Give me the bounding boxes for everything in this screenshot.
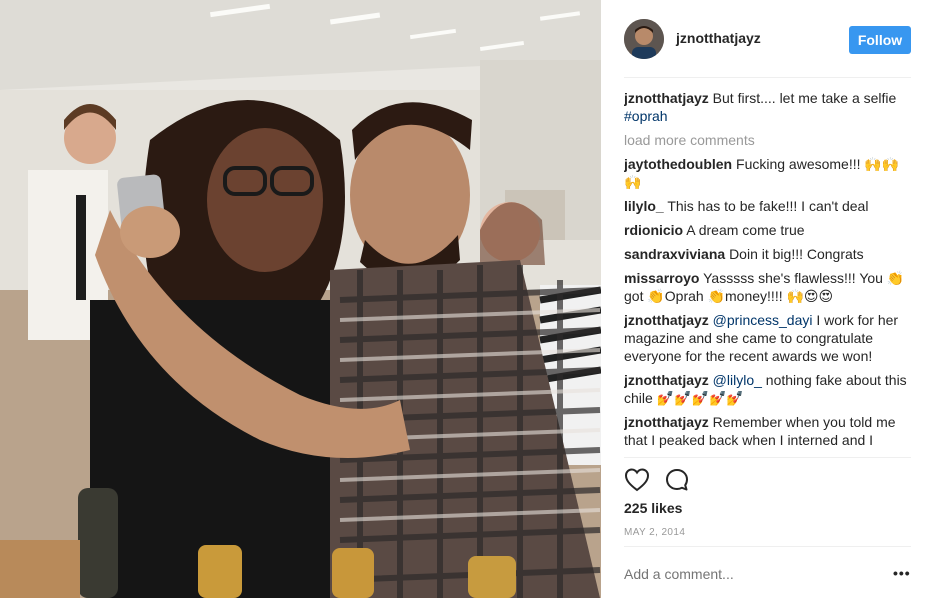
comment-item: rdionicio A dream come true [624, 221, 914, 239]
more-options-icon[interactable]: ••• [893, 566, 911, 580]
comment-username[interactable]: sandraxviviana [624, 246, 725, 262]
add-comment-input[interactable] [624, 565, 874, 583]
caption: jznotthatjayz But first.... let me take … [624, 89, 914, 125]
comment-username[interactable]: jznotthatjayz [624, 372, 709, 388]
comment-username[interactable]: missarroyo [624, 270, 699, 286]
comment-username[interactable]: rdionicio [624, 222, 683, 238]
follow-button[interactable]: Follow [849, 26, 911, 54]
comment-emoji: 💅💅💅💅💅 [656, 390, 744, 406]
comment-icon[interactable] [664, 467, 690, 493]
comments-divider [624, 457, 911, 458]
avatar[interactable] [624, 19, 664, 59]
heart-icon[interactable] [624, 467, 650, 493]
post-header: jznotthatjayz Follow [601, 0, 933, 78]
footer-divider [624, 546, 911, 547]
comments-list[interactable]: jznotthatjayz But first.... let me take … [624, 89, 914, 457]
caption-hashtag[interactable]: #oprah [624, 108, 668, 124]
comment-text: This has to be fake!!! I can't deal [667, 198, 869, 214]
action-bar [624, 467, 911, 493]
post-photo[interactable] [0, 0, 601, 598]
comment-item: jznotthatjayz @lilylo_ nothing fake abou… [624, 371, 914, 407]
likes-count[interactable]: 225 likes [624, 500, 682, 516]
comment-username[interactable]: jaytothedoublen [624, 156, 732, 172]
caption-text: But first.... let me take a selfie [712, 90, 897, 106]
header-username[interactable]: jznotthatjayz [676, 30, 761, 46]
comment-text: A dream come true [686, 222, 805, 238]
post-panel: jznotthatjayz Follow jznotthatjayz But f… [601, 0, 933, 598]
comment-text: Fucking awesome!!! [736, 156, 861, 172]
comment-text: Doin it big!!! Congrats [729, 246, 864, 262]
post-date: MAY 2, 2014 [624, 527, 686, 538]
comment-item: sandraxviviana Doin it big!!! Congrats [624, 245, 914, 263]
load-more-comments-link[interactable]: load more comments [624, 131, 914, 149]
comment-username[interactable]: jznotthatjayz [624, 414, 709, 430]
comment-username[interactable]: jznotthatjayz [624, 312, 709, 328]
comment-mention[interactable]: @princess_dayi [713, 312, 813, 328]
header-divider [624, 77, 911, 78]
caption-username[interactable]: jznotthatjayz [624, 90, 709, 106]
avatar-image [624, 19, 664, 59]
photo-illustration [0, 0, 601, 598]
comment-item: jznotthatjayz @princess_dayi I work for … [624, 311, 914, 365]
comment-item: lilylo_ This has to be fake!!! I can't d… [624, 197, 914, 215]
comment-item: jznotthatjayz Remember when you told me … [624, 413, 914, 449]
comment-item: missarroyo Yasssss she's flawless!!! You… [624, 269, 914, 305]
comment-item: jaytothedoublen Fucking awesome!!! 🙌🙌🙌 [624, 155, 914, 191]
comment-username[interactable]: lilylo_ [624, 198, 664, 214]
comment-mention[interactable]: @lilylo_ [713, 372, 762, 388]
